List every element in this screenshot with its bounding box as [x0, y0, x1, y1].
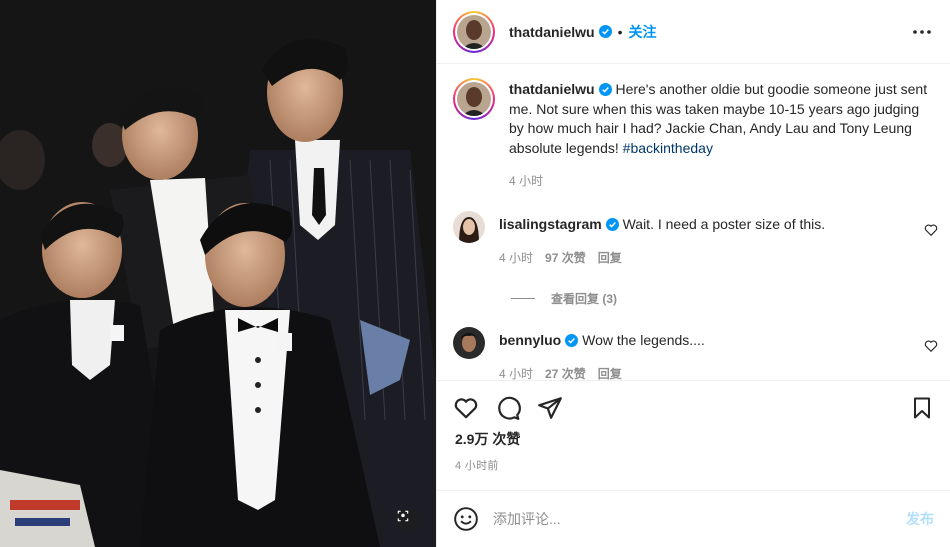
comment-item: bennyluo Wow the legends.... 4 小时 27 次赞 回复 — [453, 327, 938, 380]
post-actions: 2.9万 次赞 4 小时前 — [437, 380, 950, 490]
caption-username[interactable]: thatdanielwu — [509, 81, 595, 97]
commenter-username[interactable]: bennyluo — [499, 332, 561, 348]
likes-count[interactable]: 2.9万 次赞 — [455, 429, 934, 449]
author-username[interactable]: thatdanielwu — [509, 24, 595, 40]
hashtag-link[interactable]: #backintheday — [623, 140, 713, 156]
more-horizontal-icon — [913, 30, 931, 34]
view-replies-button[interactable]: 查看回复 (3) — [511, 290, 934, 307]
caption-avatar-image — [457, 82, 491, 116]
post-comment-button[interactable]: 发布 — [906, 509, 934, 529]
verified-badge-icon — [565, 334, 579, 347]
comment-text: Wow the legends.... — [582, 332, 705, 348]
photo-illustration — [0, 0, 436, 547]
reply-button[interactable]: 回复 — [598, 251, 622, 265]
comment-item: lisalingstagram Wait. I need a poster si… — [453, 211, 938, 268]
caption-author-avatar[interactable] — [453, 78, 495, 120]
verified-badge-icon — [605, 218, 619, 231]
commenter-username[interactable]: lisalingstagram — [499, 216, 602, 232]
post-modal: thatdanielwu • 关注 thatdanielwu Here's an… — [0, 0, 950, 547]
share-button[interactable] — [537, 395, 563, 421]
commenter-avatar[interactable] — [453, 327, 485, 359]
replies-divider — [511, 298, 535, 299]
separator-dot: • — [617, 23, 623, 40]
post-photo[interactable] — [0, 0, 436, 547]
like-button[interactable] — [453, 395, 479, 421]
emoji-button[interactable] — [453, 506, 479, 532]
verified-badge-icon — [598, 83, 612, 96]
follow-button[interactable]: 关注 — [628, 22, 656, 42]
post-details-panel: thatdanielwu • 关注 thatdanielwu Here's an… — [436, 0, 950, 547]
comment-likes[interactable]: 97 次赞 — [545, 251, 586, 265]
comments-list[interactable]: thatdanielwu Here's another oldie but go… — [437, 64, 950, 380]
user-tag-icon — [397, 510, 409, 522]
comment-like-heart-icon[interactable] — [924, 223, 938, 237]
more-options-button[interactable] — [912, 22, 932, 42]
comment-composer: 发布 — [437, 490, 950, 547]
tagged-users-button[interactable] — [396, 509, 418, 531]
verified-badge-icon — [598, 25, 612, 38]
comment-button[interactable] — [495, 395, 521, 421]
caption: thatdanielwu Here's another oldie but go… — [453, 78, 934, 191]
heart-icon — [454, 398, 478, 419]
reply-button[interactable]: 回复 — [598, 367, 622, 380]
caption-time: 4 小时 — [509, 174, 544, 188]
comment-input[interactable] — [493, 511, 873, 527]
comment-time: 4 小时 — [499, 251, 534, 265]
view-replies-label: 查看回复 (3) — [551, 292, 618, 306]
emoji-icon — [454, 507, 478, 531]
comment-time: 4 小时 — [499, 367, 534, 380]
paper-plane-icon — [538, 397, 562, 419]
comment-like-heart-icon[interactable] — [924, 339, 938, 353]
post-time: 4 小时前 — [455, 460, 499, 472]
commenter-avatar[interactable] — [453, 211, 485, 243]
comment-text: Wait. I need a poster size of this. — [622, 216, 826, 232]
bookmark-icon — [914, 397, 930, 419]
author-avatar[interactable] — [453, 10, 495, 53]
save-button[interactable] — [910, 396, 934, 425]
post-header: thatdanielwu • 关注 — [437, 0, 950, 64]
comment-likes[interactable]: 27 次赞 — [545, 367, 586, 380]
author-avatar-image — [457, 14, 491, 49]
comment-icon — [498, 396, 521, 420]
action-icons — [453, 393, 934, 423]
